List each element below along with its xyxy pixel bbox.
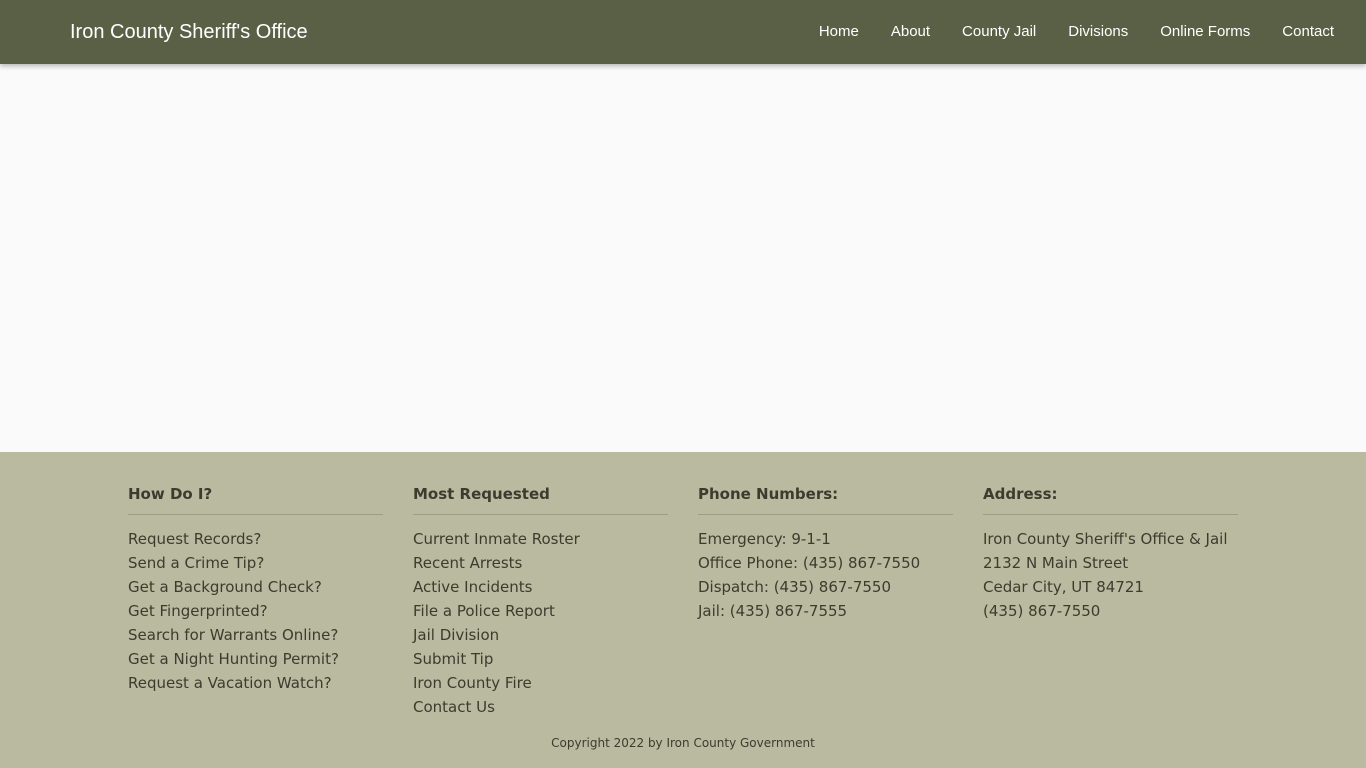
phone-dispatch: Dispatch: (435) 867-7550 [698,578,892,596]
footer-heading-address: Address: [983,452,1238,515]
link-night-hunting-permit[interactable]: Get a Night Hunting Permit? [128,650,339,668]
footer-col-how-do-i: How Do I? Request Records? Send a Crime … [128,452,383,719]
nav-item-home: Home [803,0,875,64]
nav-link-online-forms[interactable]: Online Forms [1144,0,1266,64]
nav-link-divisions[interactable]: Divisions [1052,0,1144,64]
link-file-police-report[interactable]: File a Police Report [413,602,555,620]
nav-item-contact: Contact [1266,0,1350,64]
list-item: Submit Tip [413,647,668,671]
nav-item-divisions: Divisions [1052,0,1144,64]
list-item: Recent Arrests [413,551,668,575]
address-city: Cedar City, UT 84721 [983,578,1144,596]
footer-heading-how-do-i: How Do I? [128,452,383,515]
footer-col-phone-numbers: Phone Numbers: Emergency: 9-1-1 Office P… [698,452,953,719]
list-item: Send a Crime Tip? [128,551,383,575]
link-vacation-watch[interactable]: Request a Vacation Watch? [128,674,332,692]
nav-item-county-jail: County Jail [946,0,1052,64]
address-name: Iron County Sheriff's Office & Jail [983,530,1228,548]
footer: How Do I? Request Records? Send a Crime … [0,452,1366,768]
link-recent-arrests[interactable]: Recent Arrests [413,554,522,572]
nav-link-about[interactable]: About [875,0,946,64]
nav-link-contact[interactable]: Contact [1266,0,1350,64]
phone-office: Office Phone: (435) 867-7550 [698,554,921,572]
list-item: Active Incidents [413,575,668,599]
list-item: Jail Division [413,623,668,647]
how-do-i-list: Request Records? Send a Crime Tip? Get a… [128,527,383,695]
phone-numbers-list: Emergency: 9-1-1 Office Phone: (435) 867… [698,527,953,623]
link-send-crime-tip[interactable]: Send a Crime Tip? [128,554,264,572]
link-request-records[interactable]: Request Records? [128,530,261,548]
list-item: Get Fingerprinted? [128,599,383,623]
phone-emergency: Emergency: 9-1-1 [698,530,831,548]
address-phone: (435) 867-7550 [983,602,1101,620]
link-active-incidents[interactable]: Active Incidents [413,578,532,596]
copyright: Copyright 2022 by Iron County Government [551,736,815,750]
link-iron-county-fire[interactable]: Iron County Fire [413,674,532,692]
link-jail-division[interactable]: Jail Division [413,626,499,644]
list-item: Current Inmate Roster [413,527,668,551]
footer-columns: How Do I? Request Records? Send a Crime … [128,452,1238,719]
navbar: Iron County Sheriff's Office Home About … [0,0,1366,64]
footer-col-address: Address: Iron County Sheriff's Office & … [983,452,1238,719]
nav-item-about: About [875,0,946,64]
list-item: Search for Warrants Online? [128,623,383,647]
address-lines: Iron County Sheriff's Office & Jail 2132… [983,527,1238,623]
link-submit-tip[interactable]: Submit Tip [413,650,493,668]
link-background-check[interactable]: Get a Background Check? [128,578,322,596]
link-contact-us[interactable]: Contact Us [413,698,495,716]
list-item: Request Records? [128,527,383,551]
link-search-warrants[interactable]: Search for Warrants Online? [128,626,338,644]
address-street: 2132 N Main Street [983,554,1129,572]
link-get-fingerprinted[interactable]: Get Fingerprinted? [128,602,268,620]
list-item: Contact Us [413,695,668,719]
main-nav: Home About County Jail Divisions Online … [803,0,1350,64]
nav-link-county-jail[interactable]: County Jail [946,0,1052,64]
phone-jail: Jail: (435) 867-7555 [698,602,848,620]
footer-col-most-requested: Most Requested Current Inmate Roster Rec… [413,452,668,719]
list-item: Get a Background Check? [128,575,383,599]
footer-heading-phone-numbers: Phone Numbers: [698,452,953,515]
footer-heading-most-requested: Most Requested [413,452,668,515]
list-item: Iron County Fire [413,671,668,695]
most-requested-list: Current Inmate Roster Recent Arrests Act… [413,527,668,719]
list-item: Get a Night Hunting Permit? [128,647,383,671]
link-inmate-roster[interactable]: Current Inmate Roster [413,530,580,548]
site-brand-link[interactable]: Iron County Sheriff's Office [70,0,308,64]
main-content [0,64,1366,452]
list-item: Request a Vacation Watch? [128,671,383,695]
list-item: File a Police Report [413,599,668,623]
nav-link-home[interactable]: Home [803,0,875,64]
nav-item-online-forms: Online Forms [1144,0,1266,64]
